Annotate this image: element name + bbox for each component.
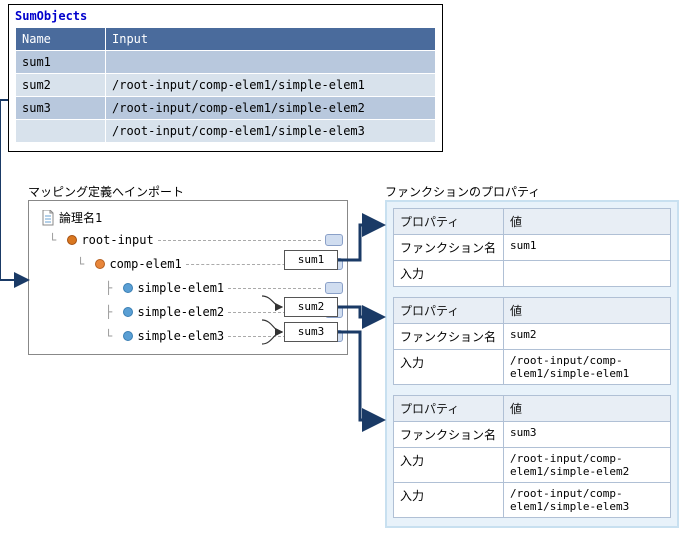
col-name: Name bbox=[16, 28, 106, 51]
function-sum3[interactable]: sum3 bbox=[284, 322, 338, 342]
document-icon bbox=[41, 210, 55, 226]
function-sum1[interactable]: sum1 bbox=[284, 250, 338, 270]
mapping-label: マッピング定義へインポート bbox=[28, 183, 184, 200]
element-simple-icon bbox=[122, 306, 134, 318]
logical-name: 論理名1 bbox=[59, 209, 102, 226]
output-port[interactable] bbox=[325, 234, 343, 246]
element-simple-icon bbox=[122, 330, 134, 342]
table-row: sum3/root-input/comp-elem1/simple-elem2 bbox=[16, 97, 436, 120]
tree-item-root: └ root-input bbox=[33, 228, 343, 252]
element-comp-icon bbox=[94, 258, 106, 270]
col-input: Input bbox=[106, 28, 436, 51]
properties-label: ファンクションのプロパティ bbox=[385, 183, 540, 200]
element-simple-icon bbox=[122, 282, 134, 294]
table-row: sum2/root-input/comp-elem1/simple-elem1 bbox=[16, 74, 436, 97]
prop-table-sum1: プロパティ値 ファンクション名sum1 入力 bbox=[393, 208, 671, 287]
output-port[interactable] bbox=[325, 282, 343, 294]
sum-objects-panel: SumObjects Name Input sum1 sum2/root-inp… bbox=[8, 4, 443, 152]
sum-objects-title: SumObjects bbox=[15, 7, 436, 27]
properties-panel: プロパティ値 ファンクション名sum1 入力 プロパティ値 ファンクション名su… bbox=[385, 200, 679, 528]
prop-table-sum2: プロパティ値 ファンクション名sum2 入力/root-input/comp-e… bbox=[393, 297, 671, 385]
element-root-icon bbox=[66, 234, 78, 246]
table-row: sum1 bbox=[16, 51, 436, 74]
table-row: /root-input/comp-elem1/simple-elem3 bbox=[16, 120, 436, 143]
prop-table-sum3: プロパティ値 ファンクション名sum3 入力/root-input/comp-e… bbox=[393, 395, 671, 518]
tree-root-row: 論理名1 bbox=[33, 209, 343, 226]
function-sum2[interactable]: sum2 bbox=[284, 297, 338, 317]
sum-objects-table: Name Input sum1 sum2/root-input/comp-ele… bbox=[15, 27, 436, 143]
